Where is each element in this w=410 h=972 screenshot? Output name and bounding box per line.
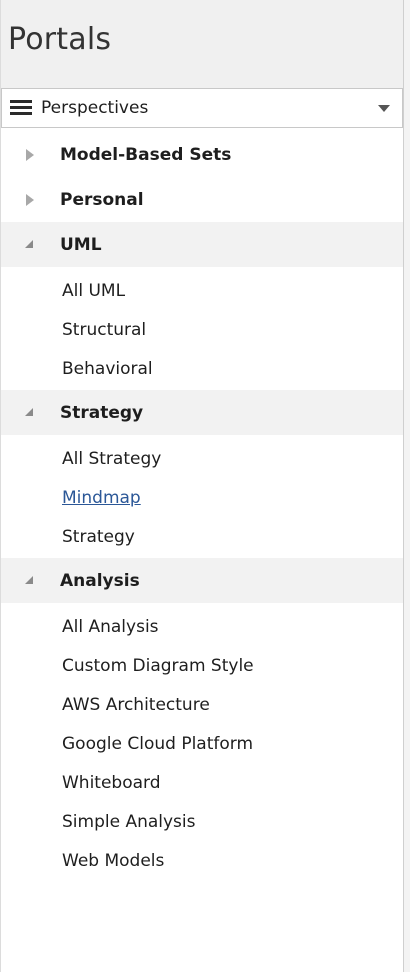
tree-item-structural[interactable]: Structural	[1, 310, 403, 349]
panel-title: Portals	[8, 22, 112, 57]
tree-item-google-cloud-platform[interactable]: Google Cloud Platform	[1, 724, 403, 763]
perspectives-dropdown[interactable]: Perspectives	[1, 88, 403, 128]
tree-item-simple-analysis[interactable]: Simple Analysis	[1, 802, 403, 841]
hamburger-menu-icon[interactable]	[10, 100, 32, 116]
expand-arrow-icon[interactable]	[23, 193, 37, 207]
panel-header: Portals	[1, 0, 403, 88]
perspectives-dropdown-label: Perspectives	[41, 98, 149, 118]
chevron-down-icon[interactable]	[378, 105, 390, 112]
tree-group-items-analysis: All Analysis Custom Diagram Style AWS Ar…	[1, 603, 403, 882]
tree-item-all-analysis[interactable]: All Analysis	[1, 607, 403, 646]
tree-group-label: Personal	[60, 189, 144, 210]
tree-item-all-strategy[interactable]: All Strategy	[1, 439, 403, 478]
tree-group-label: Analysis	[60, 570, 140, 591]
tree-item-whiteboard[interactable]: Whiteboard	[1, 763, 403, 802]
tree-group-label: Model-Based Sets	[60, 144, 232, 165]
collapse-arrow-icon[interactable]	[23, 238, 37, 252]
tree-item-web-models[interactable]: Web Models	[1, 841, 403, 880]
tree-item-custom-diagram-style[interactable]: Custom Diagram Style	[1, 646, 403, 685]
tree-group-items-uml: All UML Structural Behavioral	[1, 267, 403, 390]
tree-item-mindmap[interactable]: Mindmap	[1, 478, 403, 517]
tree-item-behavioral[interactable]: Behavioral	[1, 349, 403, 388]
tree-group-uml[interactable]: UML	[1, 222, 403, 267]
tree-group-analysis[interactable]: Analysis	[1, 558, 403, 603]
perspective-tree: Model-Based Sets Personal UML All UML St…	[1, 132, 403, 882]
tree-group-strategy[interactable]: Strategy	[1, 390, 403, 435]
tree-item-aws-architecture[interactable]: AWS Architecture	[1, 685, 403, 724]
collapse-arrow-icon[interactable]	[23, 574, 37, 588]
collapse-arrow-icon[interactable]	[23, 406, 37, 420]
tree-group-label: Strategy	[60, 402, 144, 423]
expand-arrow-icon[interactable]	[23, 148, 37, 162]
tree-group-personal[interactable]: Personal	[1, 177, 403, 222]
tree-item-strategy[interactable]: Strategy	[1, 517, 403, 556]
tree-item-all-uml[interactable]: All UML	[1, 271, 403, 310]
tree-group-label: UML	[60, 234, 102, 255]
portals-panel: Portals Perspectives Model-Based Sets Pe…	[0, 0, 404, 972]
tree-group-items-strategy: All Strategy Mindmap Strategy	[1, 435, 403, 558]
tree-group-model-based-sets[interactable]: Model-Based Sets	[1, 132, 403, 177]
